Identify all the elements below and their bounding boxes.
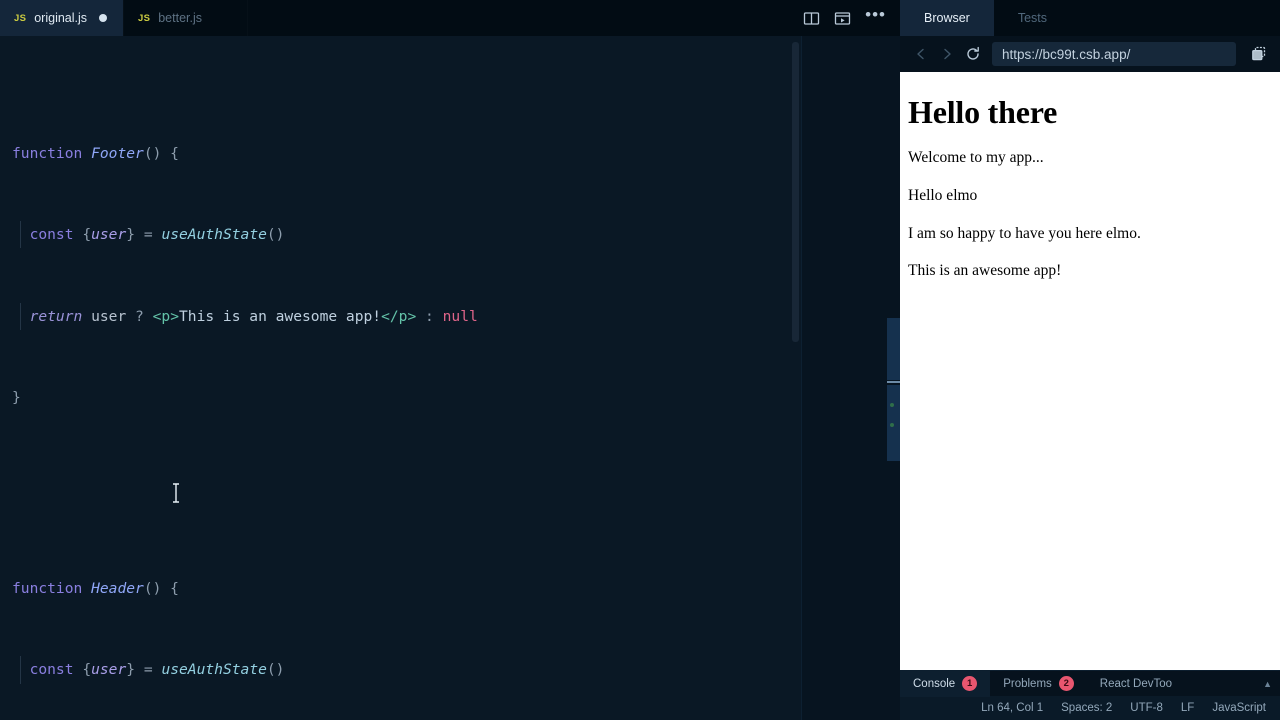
status-cursor-position[interactable]: Ln 64, Col 1 (981, 702, 1043, 714)
preview-paragraph: This is an awesome app! (908, 262, 1062, 280)
code-line: return user ? <p>This is an awesome app!… (12, 302, 801, 330)
editor-toolbar: ••• (793, 0, 900, 36)
js-file-icon: JS (138, 12, 151, 24)
code-line: function Footer() { (12, 144, 179, 162)
url-input[interactable]: https://bc99t.csb.app/ (992, 42, 1236, 66)
editor-tab-original-js[interactable]: JS original.js (0, 0, 124, 36)
app-preview: Hello there Welcome to my app... Hello e… (900, 72, 1280, 670)
tab-react-devtools[interactable]: React DevToo (1087, 671, 1185, 697)
more-actions-icon[interactable]: ••• (865, 6, 886, 23)
code-editor[interactable]: function Footer() { const {user} = useAu… (0, 36, 802, 720)
tab-browser[interactable]: Browser (900, 0, 994, 36)
console-tab-strip: Console 1 Problems 2 React DevToo ▲ (900, 670, 1280, 697)
chevron-up-icon[interactable]: ▲ (1263, 679, 1272, 689)
code-content[interactable]: function Footer() { const {user} = useAu… (0, 36, 801, 720)
top-bar: JS original.js JS better.js ••• Browser … (0, 0, 1280, 36)
browser-panel: https://bc99t.csb.app/ Hello there Welco… (900, 36, 1280, 720)
preview-paragraph: Hello elmo (908, 186, 978, 204)
tab-strip-filler (248, 0, 794, 36)
reload-icon[interactable] (962, 43, 984, 65)
code-line: function Header() { (12, 579, 179, 597)
status-bar: Ln 64, Col 1 Spaces: 2 UTF-8 LF JavaScri… (900, 696, 1280, 720)
run-preview-icon[interactable] (834, 10, 851, 27)
right-panel-tab-strip: Browser Tests (900, 0, 1280, 36)
workspace: function Footer() { const {user} = useAu… (0, 36, 1280, 720)
tab-problems-label: Problems (1003, 677, 1052, 690)
preview-heading: Hello there (908, 94, 1058, 130)
status-indentation[interactable]: Spaces: 2 (1061, 702, 1112, 714)
editor-tab-label: better.js (158, 11, 203, 25)
tab-problems[interactable]: Problems 2 (990, 671, 1087, 697)
unsaved-dot-icon[interactable] (99, 14, 108, 22)
editor-scrollbar[interactable] (789, 36, 801, 720)
tab-console-label: Console (913, 677, 956, 690)
code-line: const {user} = useAuthState() (12, 656, 801, 684)
status-language-mode[interactable]: JavaScript (1212, 702, 1266, 714)
ide-window: JS original.js JS better.js ••• Browser … (0, 0, 1280, 720)
preview-paragraph: Welcome to my app... (908, 149, 1044, 166)
editor-scrollbar-thumb[interactable] (792, 42, 799, 342)
preview-paragraph: I am so happy to have you here elmo. (908, 224, 1141, 242)
chevron-left-icon[interactable] (910, 43, 932, 65)
chevron-right-icon[interactable] (936, 43, 958, 65)
browser-url-bar: https://bc99t.csb.app/ (900, 36, 1280, 72)
editor-tab-strip: JS original.js JS better.js (0, 0, 248, 36)
console-count-badge: 1 (962, 676, 978, 691)
status-encoding[interactable]: UTF-8 (1130, 702, 1163, 714)
split-editor-icon[interactable] (803, 10, 820, 27)
code-line: const {user} = useAuthState() (12, 221, 801, 249)
tab-tests[interactable]: Tests (994, 0, 1071, 36)
status-line-ending[interactable]: LF (1181, 702, 1194, 714)
problems-count-badge: 2 (1058, 676, 1074, 691)
background-panel (802, 36, 902, 720)
code-line: } (12, 389, 21, 407)
js-file-icon: JS (14, 12, 27, 24)
copy-url-icon[interactable] (1246, 42, 1272, 66)
tab-console[interactable]: Console 1 (900, 670, 991, 697)
editor-tab-label: original.js (34, 11, 88, 25)
editor-tab-better-js[interactable]: JS better.js (124, 0, 248, 36)
